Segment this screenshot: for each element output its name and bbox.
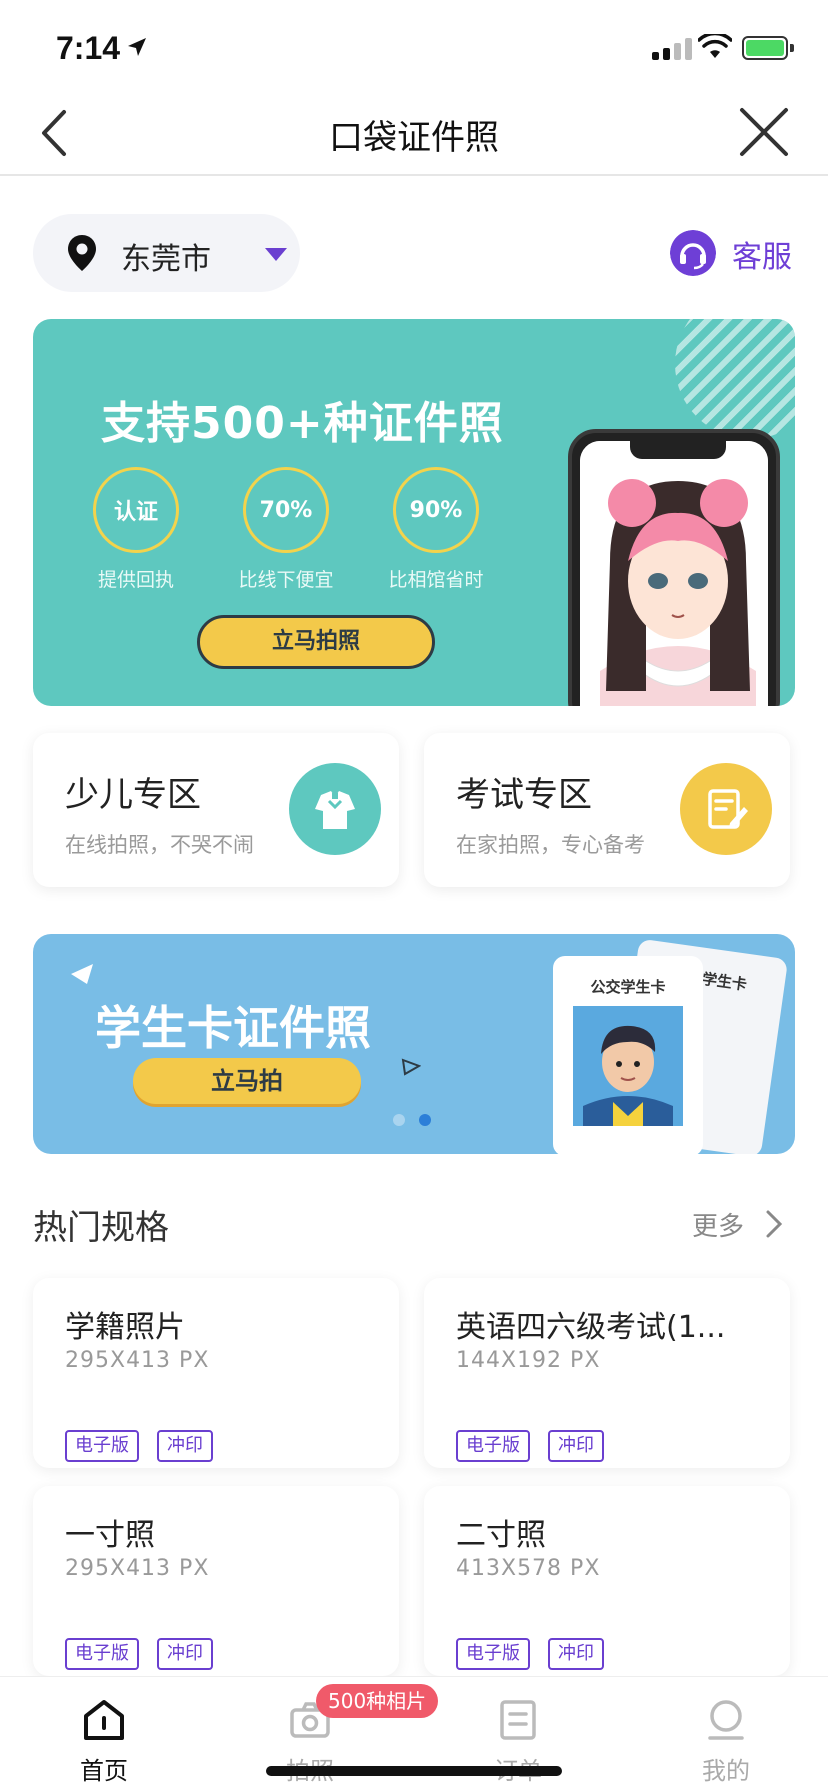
banner-headline: 学生卡证件照 (95, 1001, 371, 1055)
tab-label: 我的 (702, 1757, 750, 1785)
dropdown-caret-icon (265, 248, 287, 261)
spec-name: 学籍照片 (65, 1310, 185, 1345)
tag-digital: 电子版 (456, 1638, 530, 1670)
section-title: 热门规格 (33, 1208, 169, 1248)
student-avatar-illustration (573, 1006, 683, 1126)
carousel-dot[interactable] (393, 1114, 405, 1126)
spec-card[interactable]: 一寸照 295X413 PX 电子版 冲印 (33, 1486, 399, 1676)
decorative-stripes (675, 319, 795, 439)
tag-print: 冲印 (548, 1638, 604, 1670)
zone-title: 考试专区 (456, 775, 592, 815)
tag-digital: 电子版 (456, 1430, 530, 1462)
banner-headline: 支持500+种证件照 (101, 398, 504, 449)
profile-icon (708, 1700, 744, 1740)
portrait-illustration (580, 441, 768, 706)
decorative-triangle-icon (71, 964, 93, 984)
phone-illustration (568, 429, 780, 706)
zone-subtitle: 在线拍照，不哭不闹 (65, 833, 254, 857)
feature-value: 认证 (93, 467, 179, 553)
feature-value: 90% (393, 467, 479, 553)
chevron-right-icon[interactable] (764, 1208, 784, 1240)
status-bar: 7:14 (0, 0, 828, 90)
feature-cheaper: 70% 比线下便宜 (221, 467, 351, 592)
tag-print: 冲印 (157, 1638, 213, 1670)
student-card-banner[interactable]: 学生卡证件照 立马拍 公交学生卡 公交学生卡 (33, 934, 795, 1154)
spec-size: 413X578 PX (456, 1556, 601, 1581)
tab-profile[interactable]: 我的 (666, 1697, 786, 1786)
spec-name: 英语四六级考试(1... (456, 1310, 726, 1345)
more-link[interactable]: 更多 (692, 1206, 744, 1243)
spec-size: 144X192 PX (456, 1348, 601, 1373)
battery-icon (742, 36, 794, 60)
student-card-front: 公交学生卡 (553, 956, 703, 1154)
spec-card[interactable]: 学籍照片 295X413 PX 电子版 冲印 (33, 1278, 399, 1468)
page-title: 口袋证件照 (329, 118, 499, 158)
home-icon (84, 1700, 124, 1740)
feature-value: 70% (243, 467, 329, 553)
tag-digital: 电子版 (65, 1638, 139, 1670)
order-icon (500, 1700, 536, 1740)
tag-print: 冲印 (157, 1430, 213, 1462)
customer-service-label: 客服 (732, 240, 792, 275)
tag-digital: 电子版 (65, 1430, 139, 1462)
headset-icon (670, 230, 716, 276)
kids-zone-card[interactable]: 少儿专区 在线拍照，不哭不闹 (33, 733, 399, 887)
nav-bar: 口袋证件照 (0, 90, 828, 176)
take-photo-button[interactable]: 立马拍照 (197, 615, 435, 669)
promo-banner-main[interactable]: 支持500+种证件照 认证 提供回执 70% 比线下便宜 90% 比相馆省时 立… (33, 319, 795, 706)
feature-caption: 比线下便宜 (238, 569, 334, 591)
city-label: 东莞市 (121, 242, 211, 277)
carousel-dot-active[interactable] (419, 1114, 431, 1126)
spec-size: 295X413 PX (65, 1348, 210, 1373)
spec-card[interactable]: 英语四六级考试(1... 144X192 PX 电子版 冲印 (424, 1278, 790, 1468)
feature-certified: 认证 提供回执 (71, 467, 201, 592)
city-selector[interactable]: 东莞市 (33, 214, 300, 292)
cellular-signal-icon (652, 38, 692, 60)
tag-print: 冲印 (548, 1430, 604, 1462)
card-title: 公交学生卡 (590, 978, 666, 996)
feature-time-saving: 90% 比相馆省时 (371, 467, 501, 592)
spec-size: 295X413 PX (65, 1556, 210, 1581)
wifi-icon (698, 34, 732, 58)
tab-label: 首页 (80, 1757, 128, 1785)
tab-home[interactable]: 首页 (44, 1697, 164, 1786)
spec-name: 二寸照 (456, 1518, 546, 1553)
kids-shirt-icon (289, 763, 381, 855)
customer-service-button[interactable]: 客服 (670, 228, 800, 278)
zone-title: 少儿专区 (65, 775, 201, 815)
spec-name: 一寸照 (65, 1518, 155, 1553)
spec-card[interactable]: 二寸照 413X578 PX 电子版 冲印 (424, 1486, 790, 1676)
feature-caption: 提供回执 (97, 569, 174, 591)
zone-subtitle: 在家拍照，专心备考 (456, 833, 645, 857)
exam-paper-icon (680, 763, 772, 855)
decorative-triangle-icon (401, 1058, 421, 1076)
location-pin-icon (68, 235, 96, 271)
feature-caption: 比相馆省时 (388, 569, 484, 591)
close-icon[interactable] (738, 106, 790, 158)
status-time: 7:14 (56, 30, 121, 66)
exam-zone-card[interactable]: 考试专区 在家拍照，专心备考 (424, 733, 790, 887)
take-photo-now-button[interactable]: 立马拍 (133, 1058, 361, 1104)
promo-badge: 500种相片 (316, 1684, 439, 1718)
location-arrow-icon (128, 38, 146, 56)
home-indicator (266, 1766, 562, 1776)
